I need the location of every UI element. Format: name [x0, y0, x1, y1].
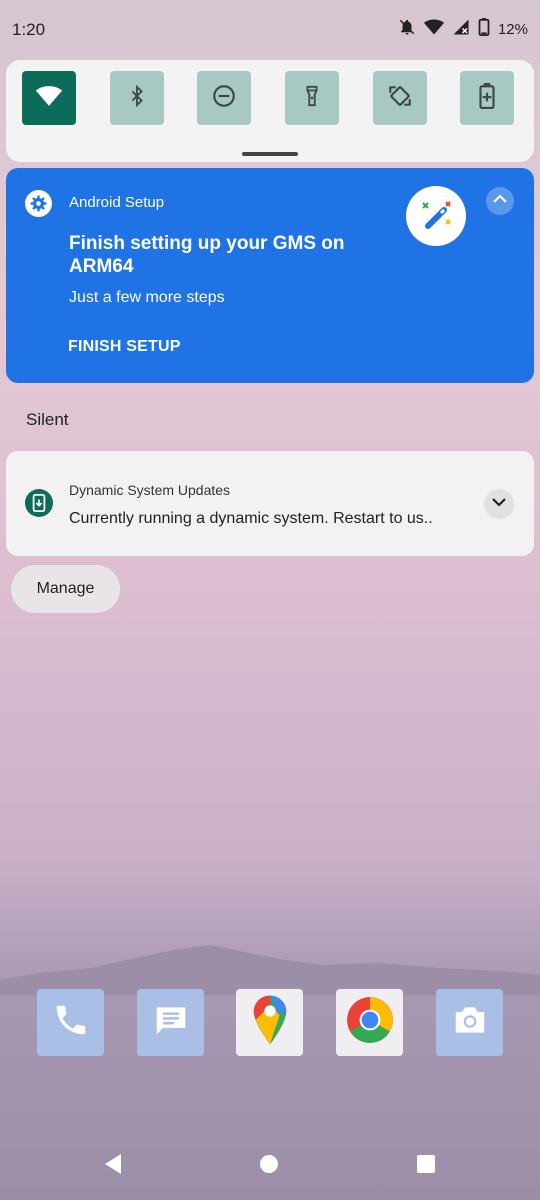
qs-drag-handle[interactable]: [242, 152, 298, 156]
setup-app-name: Android Setup: [69, 194, 165, 211]
dsu-app-name: Dynamic System Updates: [69, 482, 231, 498]
dock-maps[interactable]: [236, 989, 303, 1056]
maps-icon: [250, 994, 290, 1051]
wifi-icon: [423, 18, 444, 41]
auto-rotate-icon: [387, 83, 413, 114]
chevron-down-icon: [491, 495, 507, 513]
expand-button[interactable]: [484, 489, 514, 519]
wifi-icon: [35, 85, 63, 112]
status-bar: 1:20 12%: [0, 0, 540, 60]
nav-recents-button[interactable]: [417, 1155, 435, 1173]
setup-title: Finish setting up your GMS on ARM64: [69, 233, 345, 277]
flashlight-icon: [301, 83, 323, 114]
nav-back-button[interactable]: [103, 1153, 123, 1180]
phone-icon: [52, 1001, 90, 1044]
system-update-icon: [25, 489, 53, 517]
setup-text: Just a few more steps: [69, 289, 225, 306]
camera-icon: [451, 1001, 489, 1044]
qs-tile-battery-saver[interactable]: [460, 71, 514, 125]
chrome-icon: [345, 995, 395, 1050]
dsu-notification[interactable]: Dynamic System Updates Currently running…: [6, 451, 534, 556]
chevron-up-icon: [492, 192, 508, 210]
qs-tile-bluetooth[interactable]: [110, 71, 164, 125]
qs-tile-wifi[interactable]: [22, 71, 76, 125]
status-time: 1:20: [12, 20, 46, 39]
bluetooth-icon: [126, 83, 148, 114]
setup-notification[interactable]: Android Setup Finish setting up your GMS…: [6, 168, 534, 383]
manage-button[interactable]: Manage: [11, 565, 120, 613]
status-icons: 12%: [398, 18, 528, 41]
battery-icon: [478, 18, 490, 41]
collapse-button[interactable]: [486, 187, 514, 215]
settings-gear-icon: [25, 190, 52, 217]
qs-tile-dnd[interactable]: [197, 71, 251, 125]
dock-phone[interactable]: [37, 989, 104, 1056]
finish-setup-button[interactable]: FINISH SETUP: [68, 338, 181, 356]
messages-icon: [152, 1001, 190, 1044]
notifications-off-icon: [398, 18, 416, 41]
wallpaper-mountain: [0, 945, 540, 995]
dock-camera[interactable]: [436, 989, 503, 1056]
signal-icon: [452, 18, 470, 41]
magic-wand-icon: [406, 186, 466, 246]
back-icon: [103, 1154, 123, 1179]
do-not-disturb-icon: [211, 83, 237, 114]
qs-tile-auto-rotate[interactable]: [373, 71, 427, 125]
nav-home-button[interactable]: [260, 1155, 278, 1173]
quick-settings-panel: [6, 60, 534, 162]
qs-tile-flashlight[interactable]: [285, 71, 339, 125]
dock-chrome[interactable]: [336, 989, 403, 1056]
battery-percent: 12%: [497, 21, 528, 38]
battery-saver-icon: [478, 82, 496, 114]
silent-section-header: Silent: [26, 410, 69, 429]
dsu-text: Currently running a dynamic system. Rest…: [69, 510, 433, 527]
dock-messages[interactable]: [137, 989, 204, 1056]
